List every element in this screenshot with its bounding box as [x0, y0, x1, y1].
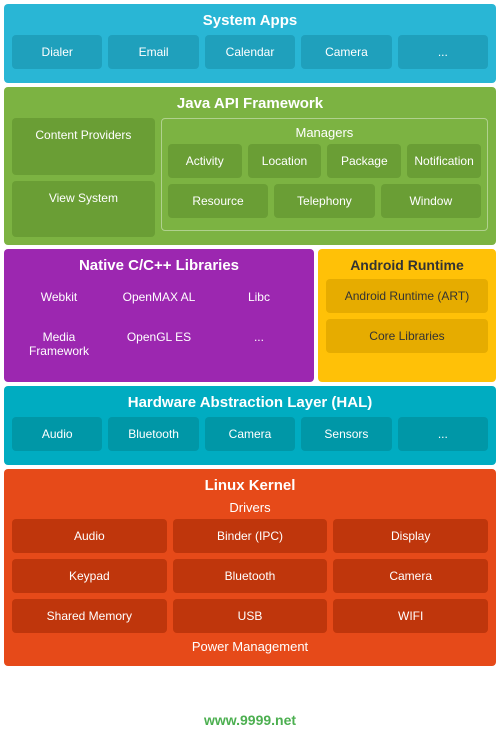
list-item: Media Framework: [12, 320, 106, 368]
list-item: Audio: [12, 519, 167, 553]
hal-row: Audio Bluetooth Camera Sensors ...: [12, 417, 488, 451]
java-api-layer: Java API Framework Content Providers Vie…: [4, 87, 496, 245]
android-runtime-title: Android Runtime: [326, 257, 488, 273]
list-item: Camera: [333, 559, 488, 593]
managers-row1: Activity Location Package Notification: [168, 144, 481, 178]
hal-layer: Hardware Abstraction Layer (HAL) Audio B…: [4, 386, 496, 465]
list-item: Webkit: [12, 280, 106, 314]
list-item: Libc: [212, 280, 306, 314]
managers-section: Managers Activity Location Package Notif…: [161, 118, 488, 231]
drivers-row3: Shared Memory USB WIFI: [12, 599, 488, 633]
list-item: USB: [173, 599, 328, 633]
list-item: Bluetooth: [108, 417, 198, 451]
list-item: Package: [327, 144, 401, 178]
managers-row2: Resource Telephony Window: [168, 184, 481, 218]
list-item: Keypad: [12, 559, 167, 593]
list-item: Display: [333, 519, 488, 553]
list-item: ...: [398, 35, 488, 69]
android-runtime-layer: Android Runtime Android Runtime (ART) Co…: [318, 249, 496, 382]
system-apps-title: System Apps: [12, 12, 488, 29]
list-item: Camera: [205, 417, 295, 451]
system-apps-row: Dialer Email Calendar Camera ...: [12, 35, 488, 69]
list-item: Activity: [168, 144, 242, 178]
drivers-row2: Keypad Bluetooth Camera: [12, 559, 488, 593]
system-apps-layer: System Apps Dialer Email Calendar Camera…: [4, 4, 496, 83]
list-item: Core Libraries: [326, 319, 488, 353]
list-item: Email: [108, 35, 198, 69]
list-item: Resource: [168, 184, 268, 218]
list-item: Bluetooth: [173, 559, 328, 593]
middle-section: Native C/C++ Libraries Webkit OpenMAX AL…: [4, 249, 496, 382]
list-item: ...: [398, 417, 488, 451]
hal-title: Hardware Abstraction Layer (HAL): [12, 394, 488, 411]
list-item: Notification: [407, 144, 481, 178]
managers-title: Managers: [168, 125, 481, 140]
native-libs-title: Native C/C++ Libraries: [12, 257, 306, 274]
list-item: ...: [212, 320, 306, 368]
list-item: WIFI: [333, 599, 488, 633]
list-item: Camera: [301, 35, 391, 69]
list-item: OpenMAX AL: [112, 280, 206, 314]
native-row1: Webkit OpenMAX AL Libc: [12, 280, 306, 314]
native-row2: Media Framework OpenGL ES ...: [12, 320, 306, 368]
drivers-row1: Audio Binder (IPC) Display: [12, 519, 488, 553]
linux-kernel-title: Linux Kernel: [12, 477, 488, 494]
list-item: Shared Memory: [12, 599, 167, 633]
content-providers-box: Content Providers: [12, 118, 155, 175]
list-item: Calendar: [205, 35, 295, 69]
list-item: Location: [248, 144, 322, 178]
view-system-box: View System: [12, 181, 155, 238]
watermark: www.9999.net: [204, 712, 296, 728]
list-item: OpenGL ES: [112, 320, 206, 368]
list-item: Window: [381, 184, 481, 218]
native-libs-layer: Native C/C++ Libraries Webkit OpenMAX AL…: [4, 249, 314, 382]
java-api-title: Java API Framework: [12, 95, 488, 112]
list-item: Sensors: [301, 417, 391, 451]
linux-kernel-layer: Linux Kernel Drivers Audio Binder (IPC) …: [4, 469, 496, 666]
list-item: Binder (IPC): [173, 519, 328, 553]
list-item: Dialer: [12, 35, 102, 69]
list-item: Telephony: [274, 184, 374, 218]
list-item: Android Runtime (ART): [326, 279, 488, 313]
list-item: Audio: [12, 417, 102, 451]
power-management-label: Power Management: [12, 639, 488, 654]
drivers-title: Drivers: [12, 500, 488, 515]
